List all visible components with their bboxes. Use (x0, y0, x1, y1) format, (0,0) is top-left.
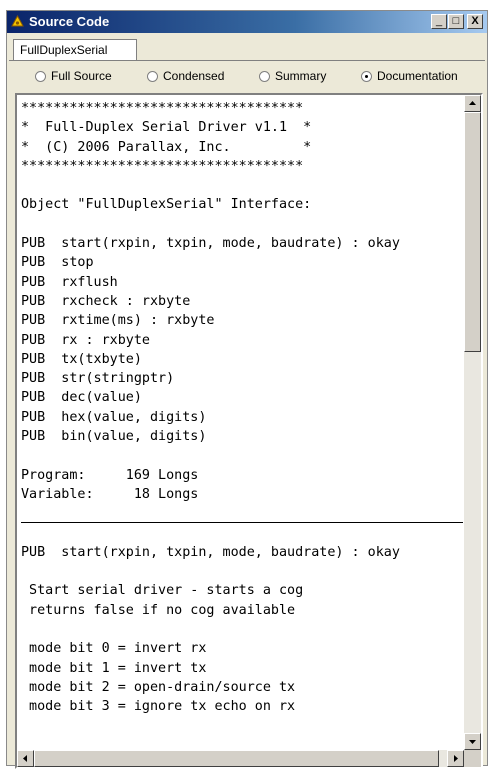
horizontal-scrollbar[interactable] (17, 750, 464, 767)
radio-condensed[interactable]: Condensed (147, 69, 224, 83)
code-line: * (C) 2006 Parallax, Inc. * (21, 139, 312, 155)
code-line: PUB rxcheck : rxbyte (21, 293, 191, 309)
scroll-up-button[interactable] (464, 95, 481, 112)
radio-circle-icon (259, 70, 270, 82)
code-line: PUB start(rxpin, txpin, mode, baudrate) … (21, 544, 400, 560)
scroll-down-button[interactable] (464, 733, 481, 750)
maximize-button[interactable]: □ (448, 14, 464, 29)
radio-documentation[interactable]: Documentation (361, 69, 458, 83)
code-line: Program: 169 Longs (21, 467, 199, 483)
code-line: PUB rx : rxbyte (21, 332, 150, 348)
vertical-scrollbar[interactable] (464, 95, 481, 750)
code-text-area[interactable]: *********************************** * Ful… (21, 99, 463, 749)
scroll-left-button[interactable] (17, 750, 34, 767)
tab-panel: Full Source Condensed Summary Documentat… (9, 60, 485, 769)
code-line: PUB str(stringptr) (21, 371, 175, 387)
code-line: PUB tx(txbyte) (21, 351, 142, 367)
close-icon: X (471, 15, 479, 27)
code-line: * Full-Duplex Serial Driver v1.1 * (21, 120, 312, 136)
radio-label: Full Source (51, 69, 112, 83)
minimize-button[interactable]: _ (431, 14, 447, 29)
code-line: Start serial driver - starts a cog (21, 583, 304, 599)
maximize-icon: □ (452, 15, 460, 27)
code-line: PUB rxflush (21, 274, 118, 290)
radio-label: Documentation (377, 69, 458, 83)
code-line: mode bit 2 = open-drain/source tx (21, 679, 296, 695)
app-icon (11, 15, 24, 27)
section-divider (21, 521, 463, 523)
code-view[interactable]: *********************************** * Ful… (15, 93, 483, 769)
code-line: mode bit 0 = invert rx (21, 641, 207, 657)
arrow-up-icon (469, 101, 476, 105)
source-code-window: Source Code _ □ X FullDuplexSerial Full … (6, 10, 488, 769)
code-line: *********************************** (21, 101, 304, 116)
scroll-right-button[interactable] (447, 750, 464, 767)
code-line: Variable: 18 Longs (21, 486, 199, 502)
code-line: *********************************** (21, 158, 304, 174)
close-button[interactable]: X (467, 14, 483, 29)
code-line: PUB rxtime(ms) : rxbyte (21, 313, 215, 329)
minimize-icon: _ (435, 15, 443, 27)
radio-circle-icon (147, 70, 158, 82)
radio-summary[interactable]: Summary (259, 69, 326, 83)
code-line: Object "FullDuplexSerial" Interface: (21, 197, 312, 213)
code-line: PUB dec(value) (21, 390, 142, 406)
window-title: Source Code (29, 14, 110, 29)
code-line: PUB hex(value, digits) (21, 409, 207, 425)
arrow-left-icon (23, 755, 27, 762)
title-bar[interactable]: Source Code _ □ X (7, 11, 487, 33)
code-line: mode bit 3 = ignore tx echo on rx (21, 699, 296, 715)
code-line: PUB bin(value, digits) (21, 429, 207, 445)
code-line: mode bit 1 = invert tx (21, 660, 207, 676)
arrow-right-icon (454, 755, 458, 762)
tab-label: FullDuplexSerial (20, 43, 108, 57)
radio-full-source[interactable]: Full Source (35, 69, 112, 83)
code-line: PUB stop (21, 255, 94, 271)
radio-circle-icon (35, 70, 46, 82)
vertical-scroll-thumb[interactable] (464, 112, 481, 352)
horizontal-scroll-thumb[interactable] (34, 750, 439, 767)
radio-label: Summary (275, 69, 327, 83)
scroll-corner (464, 750, 481, 767)
radio-circle-icon (361, 70, 372, 82)
radio-label: Condensed (163, 69, 225, 83)
code-line: returns false if no cog available (21, 602, 296, 618)
view-mode-group: Full Source Condensed Summary Documentat… (9, 61, 485, 91)
code-line: PUB start(rxpin, txpin, mode, baudrate) … (21, 236, 400, 252)
arrow-down-icon (469, 740, 476, 744)
tab-fullduplexserial[interactable]: FullDuplexSerial (13, 39, 137, 61)
